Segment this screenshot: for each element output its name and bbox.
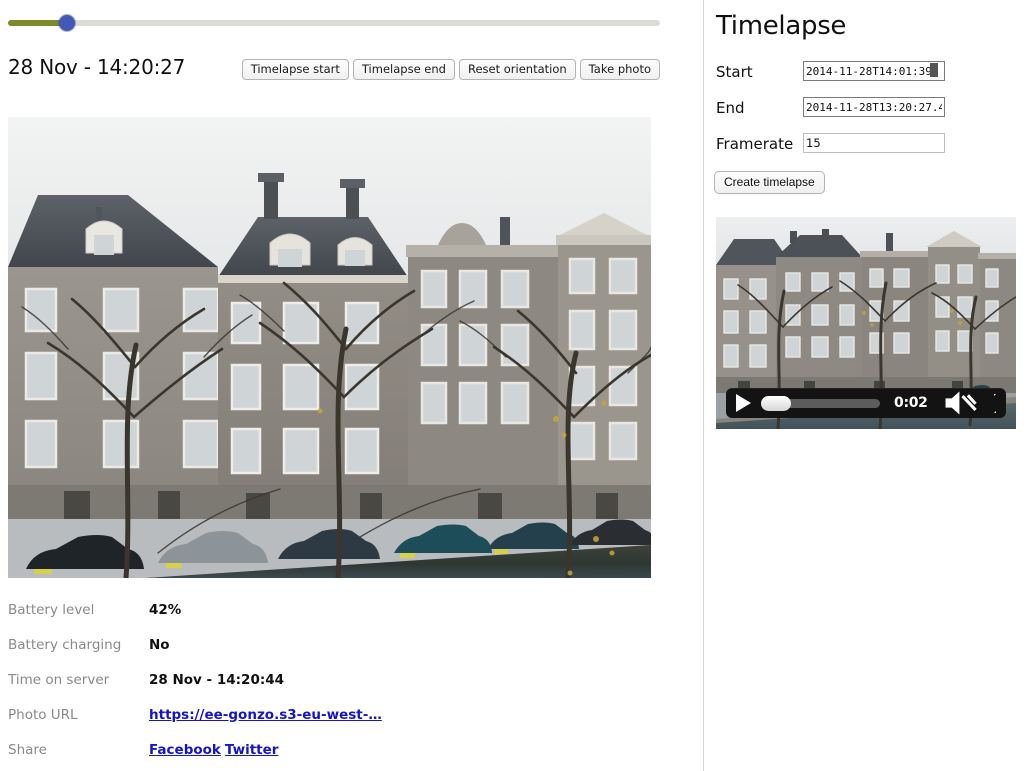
time-slider-fill: [8, 20, 67, 26]
row-value: 28 Nov - 14:20:44: [149, 671, 285, 688]
row-label: Photo URL: [8, 706, 78, 723]
time-slider-thumb[interactable]: [58, 15, 75, 31]
share-twitter-link[interactable]: Twitter: [225, 742, 279, 758]
scrubber-knob[interactable]: [761, 395, 791, 411]
table-row: Time on server 28 Nov - 14:20:44: [8, 662, 568, 697]
framerate-input[interactable]: [803, 133, 945, 153]
row-value: 42%: [149, 601, 182, 618]
row-label: Battery charging: [8, 636, 122, 653]
table-row: Battery charging No: [8, 627, 568, 662]
table-row: Battery level 42%: [8, 592, 568, 627]
table-row: Photo URL https://ee-gonzo.s3-eu-west-…: [8, 697, 568, 732]
timelapse-video-preview[interactable]: 0:02: [716, 217, 1016, 429]
row-label: Battery level: [8, 601, 95, 618]
camera-photo: [8, 117, 651, 578]
page-root: 28 Nov - 14:20:27 Timelapse start Timela…: [0, 0, 1031, 771]
camera-panel: 28 Nov - 14:20:27 Timelapse start Timela…: [0, 0, 703, 771]
fullscreen-icon[interactable]: [984, 393, 1006, 413]
video-scrubber[interactable]: [761, 395, 880, 411]
start-label: Start: [716, 63, 753, 81]
photo-timestamp: 28 Nov - 14:20:27: [8, 55, 186, 79]
reset-orientation-button[interactable]: Reset orientation: [458, 59, 576, 80]
time-slider-track[interactable]: [8, 20, 660, 26]
status-table: Battery level 42% Battery charging No Ti…: [8, 592, 568, 767]
share-facebook-link[interactable]: Facebook: [149, 742, 221, 758]
row-value: No: [149, 636, 170, 653]
timelapse-start-button[interactable]: Timelapse start: [241, 59, 349, 80]
framerate-label: Framerate: [716, 135, 794, 153]
photo-url-link[interactable]: https://ee-gonzo.s3-eu-west-…: [149, 707, 382, 723]
time-slider[interactable]: [8, 14, 660, 32]
action-button-row: Timelapse start Timelapse end Reset orie…: [241, 59, 660, 80]
video-controls: 0:02: [726, 388, 1006, 418]
table-row: Share Facebook Twitter: [8, 732, 568, 767]
end-label: End: [716, 99, 745, 117]
play-icon[interactable]: [736, 394, 751, 412]
timelapse-end-button[interactable]: Timelapse end: [352, 59, 455, 80]
take-photo-button[interactable]: Take photo: [579, 59, 660, 80]
create-timelapse-button[interactable]: Create timelapse: [714, 171, 825, 194]
panel-title: Timelapse: [716, 11, 847, 41]
mute-icon[interactable]: [944, 388, 978, 418]
photo-header: 28 Nov - 14:20:27 Timelapse start Timela…: [8, 55, 660, 82]
row-label: Time on server: [8, 671, 110, 688]
row-label: Share: [8, 741, 47, 758]
start-input[interactable]: [803, 61, 945, 81]
end-input[interactable]: [803, 97, 945, 117]
row-value-link: https://ee-gonzo.s3-eu-west-…: [149, 697, 568, 732]
video-time: 0:02: [894, 395, 928, 411]
row-value-share: Facebook Twitter: [149, 732, 568, 767]
